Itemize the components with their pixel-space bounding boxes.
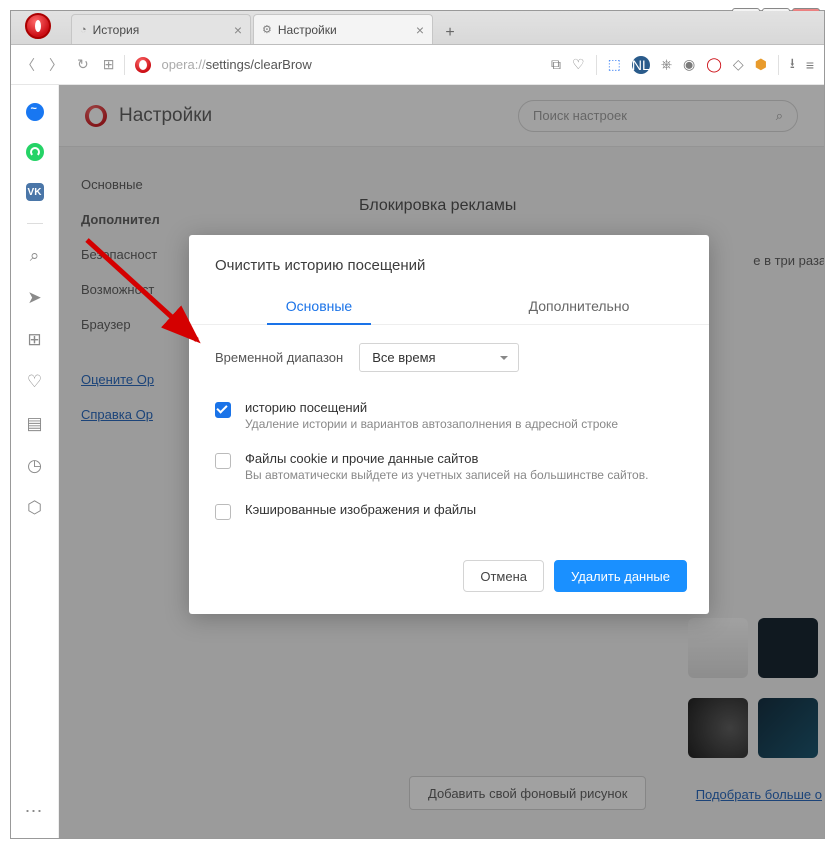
extension-icon[interactable]: ⎈ [661,56,672,73]
clock-icon[interactable]: ◷ [27,456,42,476]
time-range-select[interactable]: Все время [359,343,519,372]
gear-icon: ⚙ [262,23,272,36]
close-icon[interactable]: × [416,22,424,38]
opera-logo-icon [25,13,51,39]
check-sublabel: Удаление истории и вариантов автозаполне… [245,417,618,431]
send-icon[interactable]: ➤ [27,288,41,308]
check-label: Файлы cookie и прочие данные сайтов [245,451,648,466]
opera-menu-button[interactable] [25,13,59,43]
nl-badge-icon[interactable]: NL [632,56,650,74]
check-shield-icon[interactable]: ◇ [733,56,744,73]
camera-icon[interactable]: ⧉ [551,56,561,73]
tab-settings[interactable]: ⚙ Настройки × [253,14,433,44]
opera-logo-icon [135,57,151,73]
toolbar: 〈 〉 ↻ ⊞ opera://settings/clearBrow ⧉ ♡ ⬚… [11,45,824,85]
cube-icon[interactable]: ⬢ [755,56,767,73]
new-tab-button[interactable]: + [439,22,461,44]
check-sublabel: Вы автоматически выйдете из учетных запи… [245,468,648,482]
clear-data-button[interactable]: Удалить данные [554,560,687,592]
download-icon[interactable]: ⭳ [790,53,795,77]
clock-icon: ◔ [80,24,87,36]
checkbox-cache[interactable] [215,504,231,520]
tab-settings-label: Настройки [278,23,337,37]
left-rail: VK ⌕ ➤ ⊞ ♡ ▤ ◷ ⬡ ⋯ [11,85,59,838]
reload-button[interactable]: ↻ [77,56,89,73]
checkbox-cookies[interactable] [215,453,231,469]
separator [596,55,597,75]
search-icon[interactable]: ⌕ [30,246,40,266]
opera-ext-icon[interactable]: ◯ [706,56,722,73]
separator [778,55,779,75]
close-icon[interactable]: × [234,22,242,38]
more-icon[interactable]: ⋯ [25,801,45,822]
modal-title: Очистить историю посещений [189,257,709,288]
cancel-button[interactable]: Отмена [463,560,544,592]
heart-icon[interactable]: ♡ [572,56,585,73]
cube-icon[interactable]: ⬡ [27,498,42,518]
speed-dial-button[interactable]: ⊞ [103,56,115,73]
messenger-icon[interactable] [26,103,44,121]
separator [27,223,43,224]
checkbox-history[interactable] [215,402,231,418]
separator [124,55,125,75]
forward-button[interactable]: 〉 [49,55,63,75]
heart-icon[interactable]: ♡ [27,372,42,392]
modal-tab-basic[interactable]: Основные [189,288,449,324]
check-label: историю посещений [245,400,618,415]
clear-history-modal: Очистить историю посещений Основные Допо… [189,235,709,614]
shield-icon[interactable]: ◉ [683,56,695,73]
address-bar[interactable]: opera://settings/clearBrow [161,57,311,72]
tab-history[interactable]: ◔ История × [71,14,251,44]
news-icon[interactable]: ▤ [26,414,42,434]
settings-page: Настройки Поиск настроек ⌕ Основные Допо… [59,85,824,838]
easy-setup-icon[interactable]: ≡ [806,57,814,73]
whatsapp-icon[interactable] [26,143,44,161]
back-button[interactable]: 〈 [21,55,35,75]
time-range-label: Временной диапазон [215,350,343,365]
apps-icon[interactable]: ⊞ [27,330,41,350]
check-label: Кэшированные изображения и файлы [245,502,476,517]
vk-icon[interactable]: VK [26,183,44,201]
tab-strip: ◔ История × ⚙ Настройки × + [11,11,824,45]
translate-icon[interactable]: ⬚ [608,56,621,73]
tab-history-label: История [93,23,140,37]
modal-tab-advanced[interactable]: Дополнительно [449,288,709,324]
